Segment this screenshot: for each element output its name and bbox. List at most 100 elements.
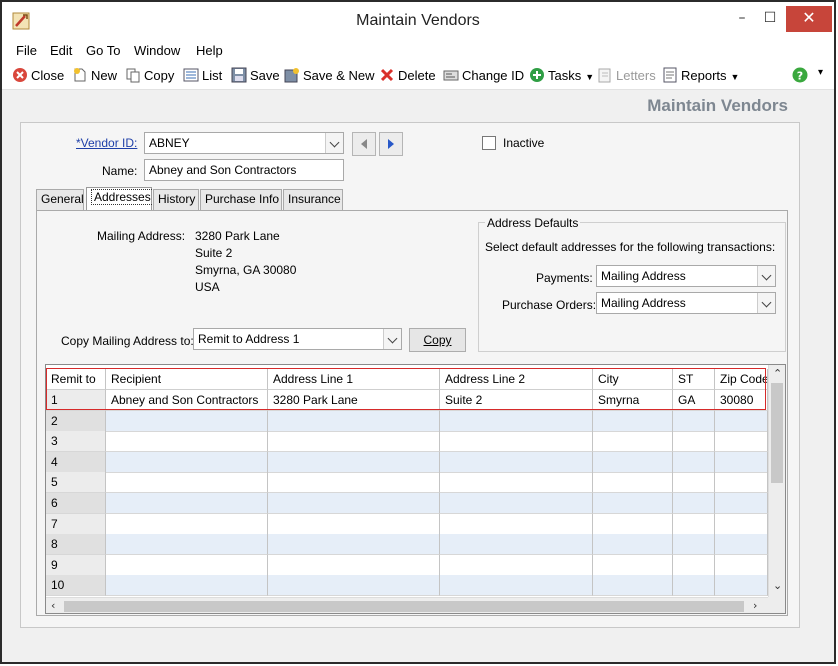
cell-remit-to[interactable]: 2 xyxy=(46,410,106,432)
cell-recipient[interactable] xyxy=(106,513,268,535)
tab-purchase-info[interactable]: Purchase Info xyxy=(200,189,282,210)
cell-recipient[interactable] xyxy=(106,410,268,432)
cell-zip-code[interactable] xyxy=(715,431,768,453)
cell-st[interactable] xyxy=(673,451,715,473)
payments-select[interactable]: Mailing Address xyxy=(596,265,776,287)
cell-address-line-2[interactable] xyxy=(440,472,593,494)
cell-remit-to[interactable]: 1 xyxy=(46,390,106,411)
cell-st[interactable] xyxy=(673,493,715,514)
vertical-scroll-thumb[interactable] xyxy=(771,383,783,483)
delete-button[interactable]: Delete xyxy=(379,67,436,87)
cell-address-line-2[interactable]: Suite 2 xyxy=(440,390,593,411)
cell-address-line-1[interactable] xyxy=(268,534,440,556)
cell-city[interactable] xyxy=(593,513,673,535)
cell-address-line-2[interactable] xyxy=(440,575,593,597)
cell-recipient[interactable] xyxy=(106,534,268,556)
column-header-remit-to[interactable]: Remit to xyxy=(46,369,106,390)
cell-city[interactable] xyxy=(593,575,673,597)
cell-address-line-1[interactable] xyxy=(268,575,440,597)
tab-history[interactable]: History xyxy=(153,189,199,210)
minimize-button[interactable]: – xyxy=(728,6,756,32)
copy-to-select[interactable]: Remit to Address 1 xyxy=(193,328,402,350)
cell-remit-to[interactable]: 4 xyxy=(46,451,106,473)
previous-record-button[interactable] xyxy=(352,132,376,156)
inactive-checkbox[interactable] xyxy=(482,136,496,150)
cell-zip-code[interactable] xyxy=(715,534,768,556)
cell-st[interactable]: GA xyxy=(673,390,715,411)
scroll-up-icon[interactable]: ⌃ xyxy=(773,367,782,380)
name-field[interactable]: Abney and Son Contractors xyxy=(144,159,344,181)
close-window-button[interactable]: ✕ xyxy=(786,6,832,32)
cell-address-line-1[interactable] xyxy=(268,431,440,453)
new-button[interactable]: New xyxy=(72,67,117,87)
cell-city[interactable] xyxy=(593,534,673,556)
column-header-st[interactable]: ST xyxy=(673,369,715,390)
cell-st[interactable] xyxy=(673,472,715,494)
copy-button[interactable]: Copy xyxy=(125,67,174,87)
horizontal-scroll-thumb[interactable] xyxy=(64,601,744,612)
cell-recipient[interactable] xyxy=(106,575,268,597)
cell-st[interactable] xyxy=(673,554,715,576)
vendor-id-field[interactable]: ABNEY xyxy=(144,132,344,154)
scroll-right-icon[interactable]: › xyxy=(753,599,757,612)
payments-dropdown-icon[interactable] xyxy=(757,266,775,286)
cell-remit-to[interactable]: 6 xyxy=(46,493,106,514)
list-button[interactable]: List xyxy=(183,67,222,87)
cell-recipient[interactable] xyxy=(106,472,268,494)
scroll-left-icon[interactable]: ‹ xyxy=(51,599,55,612)
cell-zip-code[interactable] xyxy=(715,493,768,514)
cell-city[interactable] xyxy=(593,472,673,494)
copy-to-dropdown-icon[interactable] xyxy=(383,329,401,349)
column-header-recipient[interactable]: Recipient xyxy=(106,369,268,390)
cell-address-line-2[interactable] xyxy=(440,451,593,473)
vertical-scrollbar[interactable]: ⌃ ⌄ xyxy=(768,365,785,597)
column-header-zip-code[interactable]: Zip Code xyxy=(715,369,768,390)
column-header-address-line-1[interactable]: Address Line 1 xyxy=(268,369,440,390)
cell-recipient[interactable] xyxy=(106,451,268,473)
column-header-city[interactable]: City xyxy=(593,369,673,390)
cell-remit-to[interactable]: 7 xyxy=(46,513,106,535)
cell-address-line-2[interactable] xyxy=(440,554,593,576)
cell-st[interactable] xyxy=(673,431,715,453)
cell-zip-code[interactable] xyxy=(715,575,768,597)
tab-addresses[interactable]: Addresses xyxy=(86,187,154,211)
cell-city[interactable] xyxy=(593,410,673,432)
cell-remit-to[interactable]: 5 xyxy=(46,472,106,494)
change-id-button[interactable]: Change ID xyxy=(443,67,524,87)
cell-city[interactable] xyxy=(593,554,673,576)
cell-st[interactable] xyxy=(673,575,715,597)
menu-window[interactable]: Window xyxy=(134,43,180,58)
maximize-button[interactable]: ☐ xyxy=(756,6,784,32)
cell-address-line-2[interactable] xyxy=(440,534,593,556)
cell-address-line-1[interactable] xyxy=(268,472,440,494)
horizontal-scrollbar[interactable]: ‹ › xyxy=(46,597,768,613)
cell-address-line-1[interactable] xyxy=(268,451,440,473)
close-button[interactable]: Close xyxy=(12,67,64,87)
cell-city[interactable]: Smyrna xyxy=(593,390,673,411)
next-record-button[interactable] xyxy=(379,132,403,156)
cell-address-line-2[interactable] xyxy=(440,431,593,453)
save-new-button[interactable]: Save & New xyxy=(284,67,375,87)
menu-goto[interactable]: Go To xyxy=(86,43,120,58)
cell-remit-to[interactable]: 3 xyxy=(46,431,106,453)
cell-address-line-2[interactable] xyxy=(440,513,593,535)
cell-address-line-1[interactable] xyxy=(268,410,440,432)
cell-address-line-1[interactable] xyxy=(268,493,440,514)
letters-button[interactable]: Letters xyxy=(597,67,656,87)
copy-address-button[interactable]: Copy xyxy=(409,328,466,352)
menu-file[interactable]: File xyxy=(16,43,37,58)
cell-recipient[interactable]: Abney and Son Contractors xyxy=(106,390,268,411)
cell-address-line-1[interactable] xyxy=(268,513,440,535)
save-button[interactable]: Save xyxy=(231,67,280,87)
cell-zip-code[interactable] xyxy=(715,554,768,576)
menu-edit[interactable]: Edit xyxy=(50,43,72,58)
cell-st[interactable] xyxy=(673,534,715,556)
help-button[interactable]: ? xyxy=(792,67,811,87)
column-header-address-line-2[interactable]: Address Line 2 xyxy=(440,369,593,390)
cell-city[interactable] xyxy=(593,431,673,453)
vendor-id-dropdown-icon[interactable] xyxy=(325,133,343,153)
cell-address-line-2[interactable] xyxy=(440,410,593,432)
cell-zip-code[interactable] xyxy=(715,513,768,535)
cell-address-line-1[interactable] xyxy=(268,554,440,576)
cell-city[interactable] xyxy=(593,451,673,473)
